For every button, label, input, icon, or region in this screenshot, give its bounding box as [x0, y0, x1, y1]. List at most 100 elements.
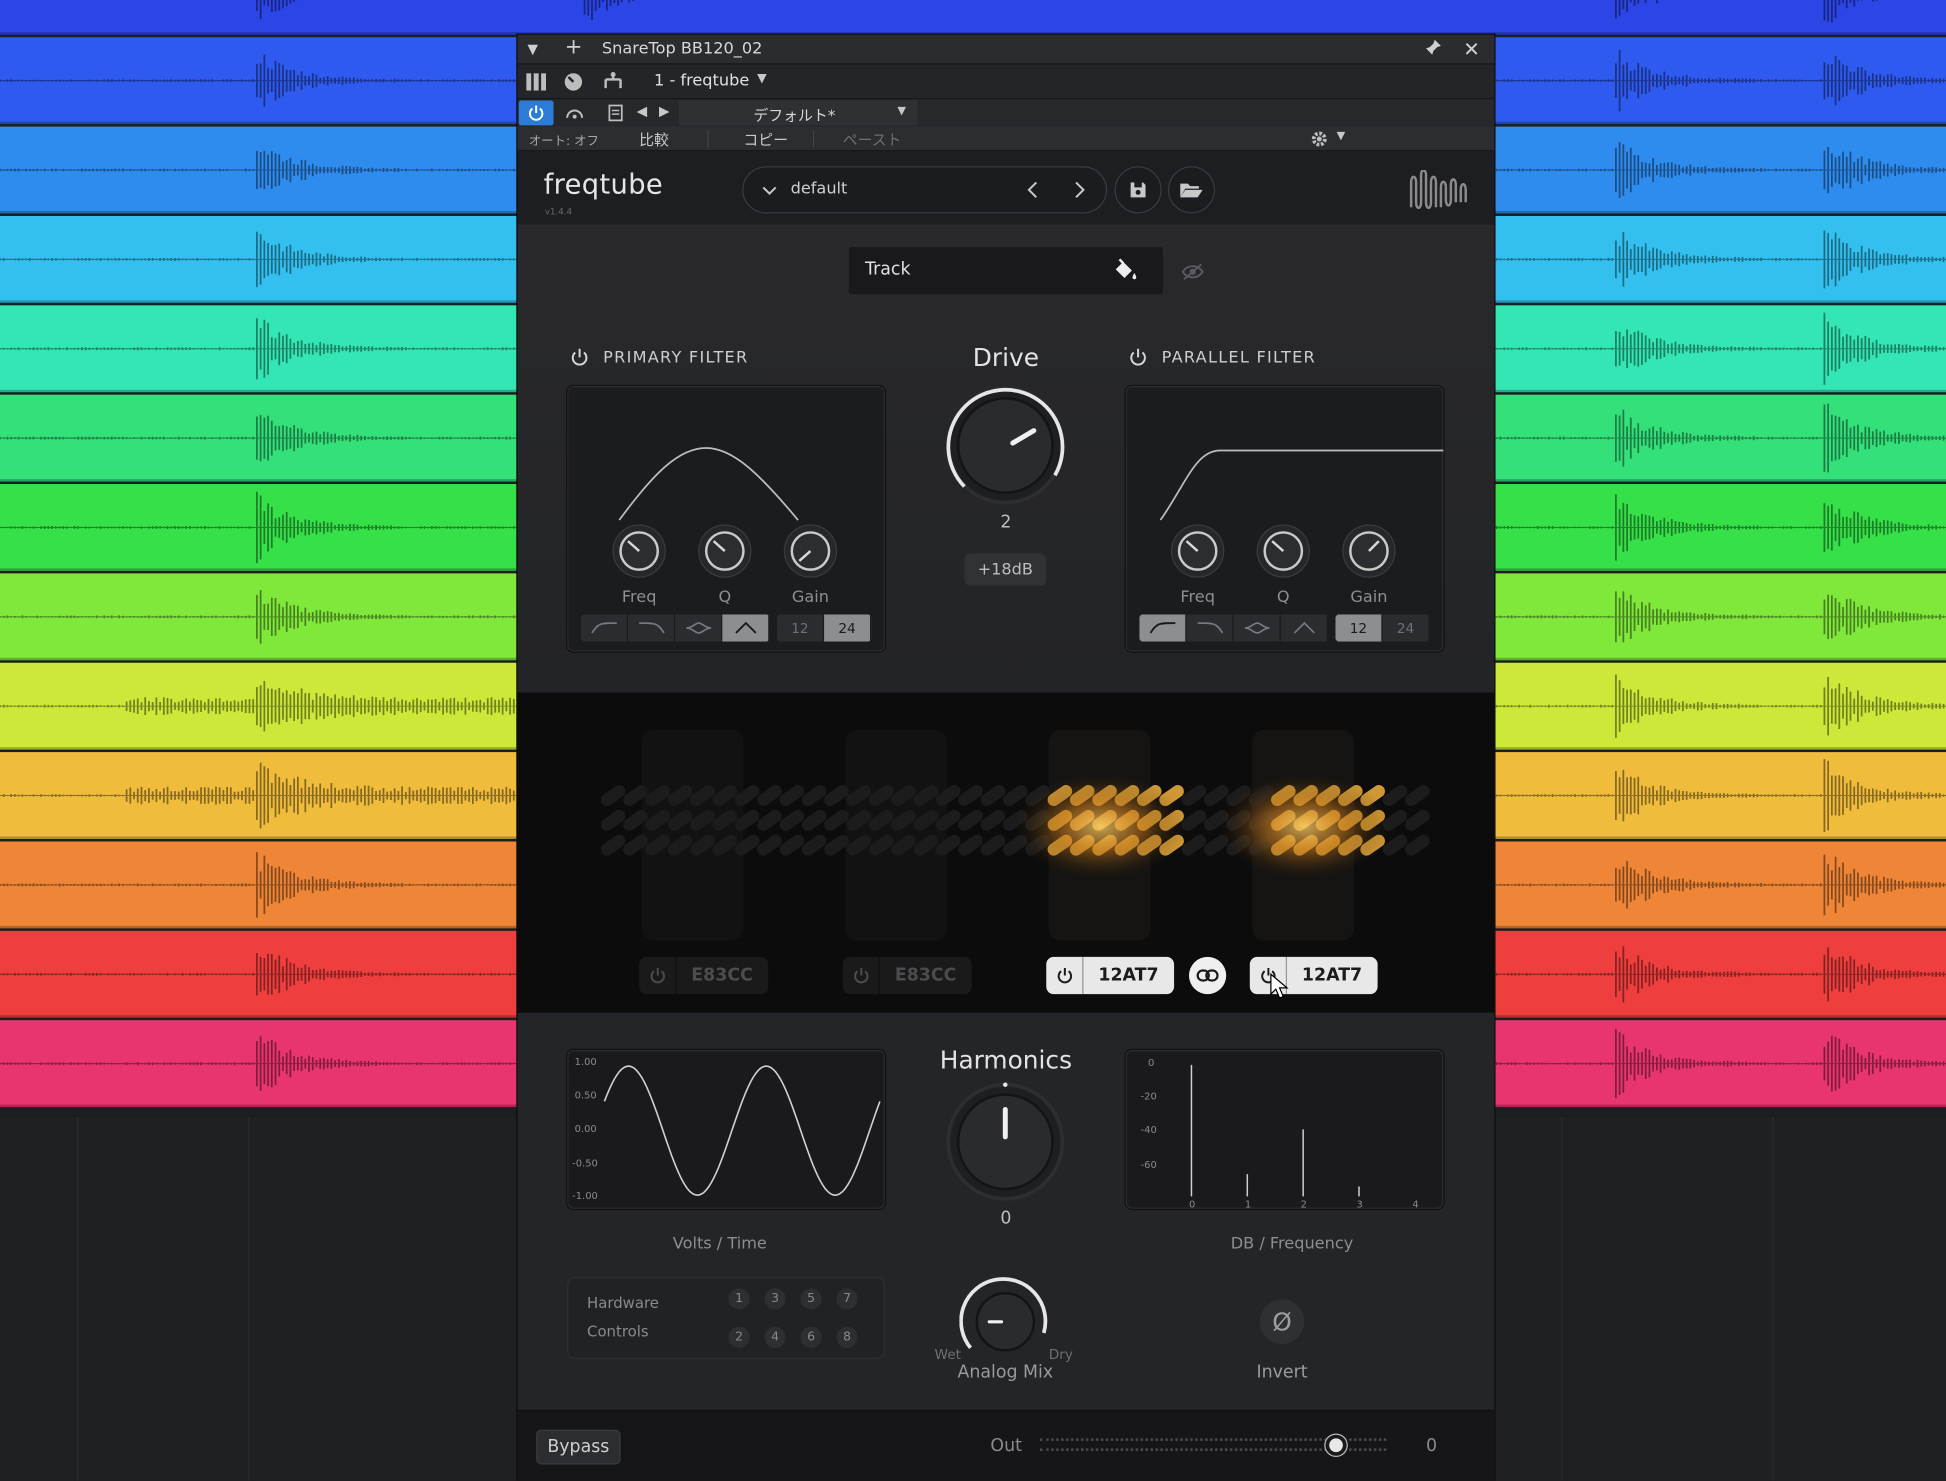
open-preset-button[interactable] — [1167, 166, 1216, 214]
slope-24-button[interactable]: 24 — [824, 614, 872, 642]
parallel-shape-selector — [1139, 614, 1328, 642]
paint-bucket-icon[interactable] — [1112, 258, 1139, 288]
volts-tick: 0.00 — [574, 1123, 597, 1135]
highpass-shape-button[interactable] — [1139, 614, 1187, 642]
hw-control-2[interactable]: 2 — [728, 1326, 750, 1348]
menu-down-icon[interactable]: ▼ — [527, 41, 538, 57]
highpass-shape-button[interactable] — [580, 614, 628, 642]
tube-2-name: E83CC — [894, 965, 957, 986]
invert-title: Invert — [1256, 1362, 1308, 1383]
prev-preset-icon[interactable]: ◀ — [637, 103, 648, 119]
plugin-header: freqtube v1.4.4 default — [517, 152, 1495, 225]
harmonics-section: 1.00 0.50 0.00 -0.50 -1.00 Volts / Time … — [517, 1012, 1495, 1410]
next-preset-icon[interactable] — [1071, 180, 1088, 205]
drive-title: Drive — [972, 342, 1039, 373]
hidden-eye-icon[interactable] — [1181, 262, 1204, 286]
tube-4-name: 12AT7 — [1301, 965, 1363, 986]
power-icon[interactable] — [518, 100, 554, 126]
parallel-freq-knob[interactable] — [1169, 523, 1226, 580]
hw-control-6[interactable]: 6 — [800, 1326, 822, 1348]
tube-3-toggle[interactable]: 12AT7 — [1046, 956, 1174, 995]
bell-shape-button[interactable] — [722, 614, 770, 642]
host-preset-name: デフォルト* — [753, 106, 836, 125]
notch-shape-button[interactable] — [675, 614, 723, 642]
primary-slope-selector: 12 24 — [776, 614, 872, 642]
hw-control-7[interactable]: 7 — [836, 1288, 858, 1310]
db-tick: -60 — [1140, 1159, 1157, 1171]
plugin-slot-select[interactable]: 1 - freqtube — [654, 72, 749, 91]
tube-2-toggle[interactable]: E83CC — [842, 956, 972, 995]
link-icon — [1196, 969, 1219, 982]
db-tick: -40 — [1140, 1124, 1157, 1136]
paste-button[interactable]: ペースト — [843, 129, 902, 150]
track-color-box[interactable]: Track — [848, 246, 1163, 295]
grid-line — [76, 1116, 79, 1481]
hw-control-1[interactable]: 1 — [728, 1288, 750, 1310]
db-tick: -20 — [1140, 1090, 1157, 1103]
bell-shape-button[interactable] — [1280, 614, 1328, 642]
wet-label: Wet — [934, 1346, 961, 1363]
link-tubes-button[interactable] — [1188, 956, 1227, 995]
grid-line — [1772, 1116, 1774, 1481]
drive-range-button[interactable]: +18dB — [964, 553, 1047, 586]
output-slider-handle[interactable] — [1325, 1434, 1347, 1456]
primary-gain-label: Gain — [791, 588, 829, 607]
harmonics-knob[interactable] — [943, 1080, 1067, 1204]
slope-12-button[interactable]: 12 — [1335, 614, 1383, 642]
hw-control-5[interactable]: 5 — [800, 1288, 822, 1310]
daw-screen: ▼ + SnareTop BB120_02 ✕ 1 - freqtube ▼ ◀… — [0, 0, 1946, 1481]
hw-control-4[interactable]: 4 — [764, 1326, 786, 1348]
auto-off-label[interactable]: オート: オフ — [529, 130, 599, 149]
chevron-down-icon[interactable]: ▼ — [757, 72, 767, 86]
window-title: SnareTop BB120_02 — [601, 39, 763, 59]
prev-preset-icon[interactable] — [1024, 180, 1041, 205]
host-preset-select[interactable]: デフォルト* ▼ — [678, 100, 918, 126]
preset-bar: ◀ ▶ デフォルト* ▼ — [517, 99, 1495, 127]
save-preset-button[interactable] — [1114, 166, 1162, 214]
preset-selector[interactable]: default — [742, 166, 1108, 214]
primary-q-label: Q — [718, 588, 732, 607]
parallel-gain-knob[interactable] — [1340, 523, 1397, 580]
chevron-down-icon[interactable]: ▼ — [1337, 130, 1346, 142]
analog-mix-knob[interactable] — [959, 1276, 1051, 1358]
slope-12-button[interactable]: 12 — [776, 614, 825, 642]
hw-control-3[interactable]: 3 — [764, 1288, 786, 1310]
volts-time-caption: Volts / Time — [672, 1234, 767, 1254]
chevron-down-icon: ▼ — [897, 105, 906, 118]
rack-icon[interactable] — [525, 71, 547, 93]
add-icon[interactable]: + — [565, 35, 583, 60]
track-label: Track — [865, 259, 911, 280]
parallel-filter-power-icon[interactable] — [1128, 348, 1148, 373]
document-icon[interactable] — [603, 102, 628, 124]
notch-shape-button[interactable] — [1233, 614, 1281, 642]
compare-button[interactable]: 比較 — [639, 129, 669, 150]
drive-knob[interactable] — [943, 383, 1067, 507]
controls-label: Controls — [587, 1323, 649, 1341]
filter-section: Track PRIMARY FILTER Freq Q Gain 12 24 D… — [517, 224, 1495, 693]
track-lane — [0, 0, 1946, 35]
divider — [707, 130, 709, 148]
lowpass-shape-button[interactable] — [627, 614, 676, 642]
pin-icon[interactable] — [1425, 38, 1442, 60]
parallel-freq-label: Freq — [1180, 588, 1215, 607]
output-slider[interactable] — [1040, 1434, 1387, 1457]
invert-button[interactable]: Ø — [1259, 1299, 1305, 1345]
gear-icon[interactable] — [1309, 129, 1329, 149]
save-icon — [1130, 182, 1146, 198]
freq-tick: 2 — [1300, 1198, 1307, 1211]
dial-icon[interactable] — [562, 71, 584, 93]
bypass-button[interactable]: Bypass — [536, 1429, 621, 1465]
slope-24-button[interactable]: 24 — [1382, 614, 1430, 642]
next-preset-icon[interactable]: ▶ — [659, 103, 670, 119]
tube-1-toggle[interactable]: E83CC — [639, 956, 768, 995]
routing-icon[interactable] — [601, 70, 626, 95]
plugin-logo: freqtube — [543, 170, 664, 202]
copy-button[interactable]: コピー — [743, 129, 788, 150]
folder-icon — [1180, 183, 1203, 198]
hw-control-8[interactable]: 8 — [836, 1326, 858, 1348]
lowpass-shape-button[interactable] — [1186, 614, 1234, 642]
harmonics-value: 0 — [1000, 1208, 1012, 1229]
automation-icon[interactable] — [560, 102, 590, 124]
parallel-q-knob[interactable] — [1255, 523, 1312, 580]
close-icon[interactable]: ✕ — [1463, 37, 1480, 61]
